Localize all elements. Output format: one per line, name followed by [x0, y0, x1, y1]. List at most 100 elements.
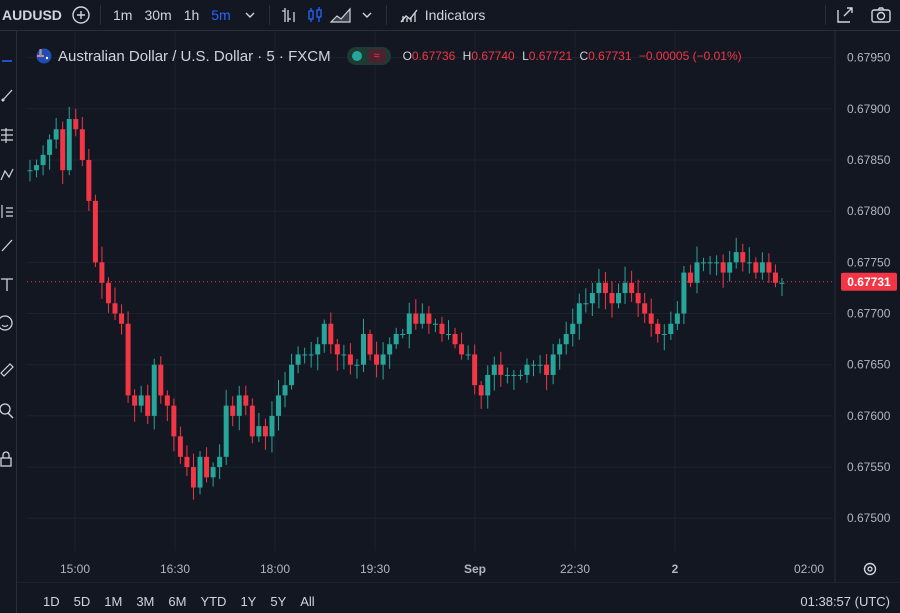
- x-tick-label: 15:00: [60, 562, 90, 576]
- price-chart[interactable]: 0.67950 0.67900 0.67850 0.67800 0.67750 0.677…: [17, 31, 900, 583]
- candle-body: [119, 313, 125, 324]
- brush-icon[interactable]: [0, 237, 14, 253]
- text-icon[interactable]: [0, 276, 14, 292]
- interval-1m[interactable]: 1m: [107, 7, 138, 23]
- add-symbol-icon[interactable]: [68, 2, 94, 28]
- settings-gear-icon[interactable]: [862, 561, 878, 577]
- candle-body: [668, 323, 674, 334]
- candle-body: [485, 374, 491, 396]
- x-tick-label: 02:00: [794, 562, 824, 576]
- candle-body: [79, 129, 85, 160]
- range-5y[interactable]: 5Y: [263, 594, 293, 609]
- candle-body: [642, 303, 648, 314]
- candle-body: [701, 262, 707, 264]
- candle-body: [393, 333, 399, 345]
- range-ytd[interactable]: YTD: [193, 594, 233, 609]
- candle-body: [295, 354, 301, 365]
- time-axis[interactable]: 15:00 16:30 18:00 19:30 Sep 22:30 2 02:00: [60, 562, 824, 576]
- range-1y[interactable]: 1Y: [233, 594, 263, 609]
- area-chart-icon[interactable]: [328, 2, 354, 28]
- low-value: 0.67721: [528, 49, 573, 63]
- range-1d[interactable]: 1D: [36, 594, 67, 609]
- candle-body: [53, 129, 59, 140]
- symbol-name[interactable]: AUDUSD: [2, 7, 68, 23]
- pattern-icon[interactable]: [0, 167, 14, 183]
- ruler-icon[interactable]: [0, 361, 14, 377]
- candle-body: [132, 395, 138, 406]
- candle-body: [413, 313, 419, 324]
- cursor-icon[interactable]: [0, 53, 14, 69]
- candle-body: [112, 303, 118, 314]
- candle-body: [47, 139, 53, 155]
- interval-30m[interactable]: 30m: [138, 7, 177, 23]
- market-open-dot: [351, 51, 362, 61]
- drawing-toolbar: [0, 31, 17, 613]
- candles: [27, 106, 785, 500]
- candle-body: [465, 354, 471, 356]
- chevron-down-icon[interactable]: [237, 2, 263, 28]
- range-5d[interactable]: 5D: [67, 594, 98, 609]
- bar-chart-icon[interactable]: [276, 2, 302, 28]
- candle-body: [302, 354, 308, 356]
- candle-body: [655, 323, 661, 334]
- candle-body: [360, 333, 366, 365]
- utc-clock[interactable]: 01:38:57 (UTC): [800, 594, 890, 609]
- candle-body: [105, 282, 111, 304]
- trend-line-icon[interactable]: [0, 87, 14, 103]
- interval-1h[interactable]: 1h: [178, 7, 206, 23]
- candle-body: [759, 262, 765, 273]
- candle-body: [426, 313, 432, 324]
- indicators-label: Indicators: [424, 7, 486, 23]
- candle-body: [544, 364, 550, 375]
- candle-body: [354, 364, 360, 366]
- y-tick-label: 0.67500: [847, 511, 891, 525]
- candle-body: [92, 200, 98, 263]
- emoji-icon[interactable]: [0, 315, 14, 331]
- top-toolbar: AUDUSD 1m 30m 1h 5m Indicators: [0, 0, 900, 31]
- candle-body: [452, 333, 458, 345]
- candle-body: [184, 456, 190, 468]
- indicators-icon: [400, 9, 418, 23]
- candle-body: [125, 323, 131, 396]
- candle-body: [517, 374, 523, 376]
- range-3m[interactable]: 3M: [129, 594, 161, 609]
- interval-5m[interactable]: 5m: [205, 7, 236, 23]
- candle-body: [367, 333, 373, 355]
- candles-icon[interactable]: [302, 2, 328, 28]
- candle-body: [217, 456, 223, 468]
- x-tick-label: 19:30: [360, 562, 390, 576]
- range-1m[interactable]: 1M: [97, 594, 129, 609]
- camera-icon[interactable]: [868, 2, 894, 28]
- candle-body: [164, 395, 170, 406]
- fib-icon[interactable]: [0, 127, 14, 143]
- candle-body: [720, 262, 726, 273]
- fullscreen-icon[interactable]: [832, 2, 858, 28]
- candle-body: [772, 272, 778, 283]
- y-tick-label: 0.67550: [847, 460, 891, 474]
- candle-body: [478, 385, 484, 396]
- candle-body: [432, 323, 438, 325]
- y-tick-label: 0.67800: [847, 204, 891, 218]
- y-tick-label: 0.67700: [847, 307, 891, 321]
- candle-body: [158, 364, 164, 396]
- candle-body: [537, 364, 543, 366]
- range-6m[interactable]: 6M: [161, 594, 193, 609]
- candle-body: [256, 426, 262, 437]
- candle-body: [694, 262, 700, 283]
- candle-body: [249, 405, 255, 437]
- candle-body: [622, 282, 628, 294]
- chevron-down-icon[interactable]: [354, 2, 380, 28]
- candle-body: [243, 395, 249, 406]
- indicators-button[interactable]: Indicators: [393, 6, 492, 24]
- candle-body: [609, 293, 615, 304]
- lock-icon[interactable]: [0, 451, 14, 467]
- candle-body: [661, 333, 667, 335]
- zoom-icon[interactable]: [0, 403, 14, 419]
- candle-body: [341, 354, 347, 356]
- divider: [100, 5, 101, 25]
- range-all[interactable]: All: [293, 594, 321, 609]
- candle-body: [733, 252, 739, 263]
- candle-body: [616, 293, 622, 304]
- projection-icon[interactable]: [0, 203, 14, 219]
- market-status-toggle[interactable]: ≈: [346, 47, 391, 65]
